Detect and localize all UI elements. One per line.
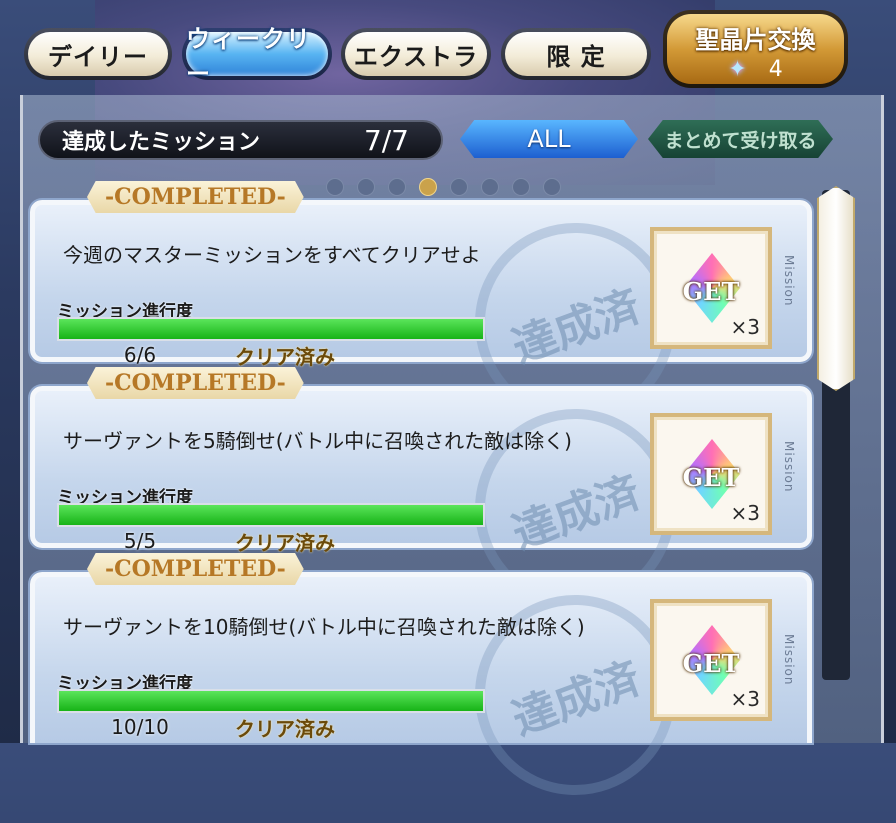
page-dot[interactable] <box>357 178 375 196</box>
mission-card[interactable]: 達成済 -COMPLETED- 今週のマスターミッションをすべてクリアせよ ミッ… <box>30 181 812 452</box>
reward-box[interactable]: GET ×3 <box>650 599 772 721</box>
mission-description: サーヴァントを5騎倒せ(バトル中に召喚された敵は除く) <box>63 429 572 453</box>
progress-fill <box>59 691 483 711</box>
reward-get-label: GET <box>682 463 740 492</box>
achieved-missions-bar: 達成したミッション 7/7 <box>38 120 443 160</box>
mission-card[interactable]: 達成済 -COMPLETED- サーヴァントを10騎倒せ(バトル中に召喚された敵… <box>30 553 812 823</box>
mission-description: サーヴァントを10騎倒せ(バトル中に召喚された敵は除く) <box>63 615 585 639</box>
progress-fill <box>59 319 483 339</box>
cleared-status: クリア済み <box>235 345 335 369</box>
reward-box[interactable]: GET ×3 <box>650 413 772 535</box>
page-dot[interactable] <box>543 178 561 196</box>
cleared-status: クリア済み <box>235 531 335 555</box>
cleared-status: クリア済み <box>235 717 335 741</box>
page-dot[interactable] <box>481 178 499 196</box>
completed-badge: -COMPLETED- <box>87 553 304 585</box>
tab-daily[interactable]: デイリー <box>24 28 172 80</box>
filter-all-button[interactable]: ALL <box>460 120 638 158</box>
tab-limited-label: 限 定 <box>505 32 647 76</box>
progress-count: 5/5 <box>123 529 157 553</box>
filter-all-label: ALL <box>527 125 571 153</box>
mission-card[interactable]: 達成済 -COMPLETED- サーヴァントを5騎倒せ(バトル中に召喚された敵は… <box>30 367 812 638</box>
reward-quantity: ×3 <box>730 687 760 711</box>
mission-side-label: Mission <box>782 634 796 686</box>
tab-weekly[interactable]: ウィークリー <box>182 25 332 88</box>
mission-side-label: Mission <box>782 255 796 307</box>
page-dot[interactable] <box>450 178 468 196</box>
reward-get-label: GET <box>682 277 740 306</box>
page-dot[interactable] <box>419 178 437 196</box>
progress-bar <box>57 503 485 527</box>
tab-weekly-label: ウィークリー <box>186 25 328 88</box>
exchange-label: 聖晶片交換 <box>695 26 816 54</box>
bulk-receive-label: まとめて受け取る <box>664 129 817 152</box>
tab-extra-label: エクストラ <box>345 32 487 76</box>
achieved-label: 達成したミッション <box>62 130 261 155</box>
achieved-value: 7/7 <box>363 123 409 157</box>
progress-count: 10/10 <box>111 715 169 739</box>
tab-limited[interactable]: 限 定 <box>501 28 651 80</box>
page-dot[interactable] <box>512 178 530 196</box>
exchange-count: 4 <box>768 57 783 82</box>
reward-get-label: GET <box>682 649 740 678</box>
tab-daily-label: デイリー <box>28 32 168 76</box>
page-dot[interactable] <box>388 178 406 196</box>
mission-description: 今週のマスターミッションをすべてクリアせよ <box>63 243 481 267</box>
bulk-receive-button[interactable]: まとめて受け取る <box>648 120 833 158</box>
rainbow-star-icon: ✦ <box>728 57 747 82</box>
exchange-button[interactable]: 聖晶片交換 ✦ 4 <box>663 10 848 88</box>
completed-badge: -COMPLETED- <box>87 181 304 213</box>
tab-extra[interactable]: エクストラ <box>341 28 491 80</box>
mission-side-label: Mission <box>782 441 796 493</box>
page-indicator <box>326 178 561 196</box>
completed-badge: -COMPLETED- <box>87 367 304 399</box>
reward-quantity: ×3 <box>730 501 760 525</box>
scrollbar-thumb[interactable] <box>817 186 855 391</box>
progress-count: 6/6 <box>123 343 157 367</box>
reward-box[interactable]: GET ×3 <box>650 227 772 349</box>
progress-bar <box>57 689 485 713</box>
progress-fill <box>59 505 483 525</box>
reward-quantity: ×3 <box>730 315 760 339</box>
progress-bar <box>57 317 485 341</box>
page-dot[interactable] <box>326 178 344 196</box>
